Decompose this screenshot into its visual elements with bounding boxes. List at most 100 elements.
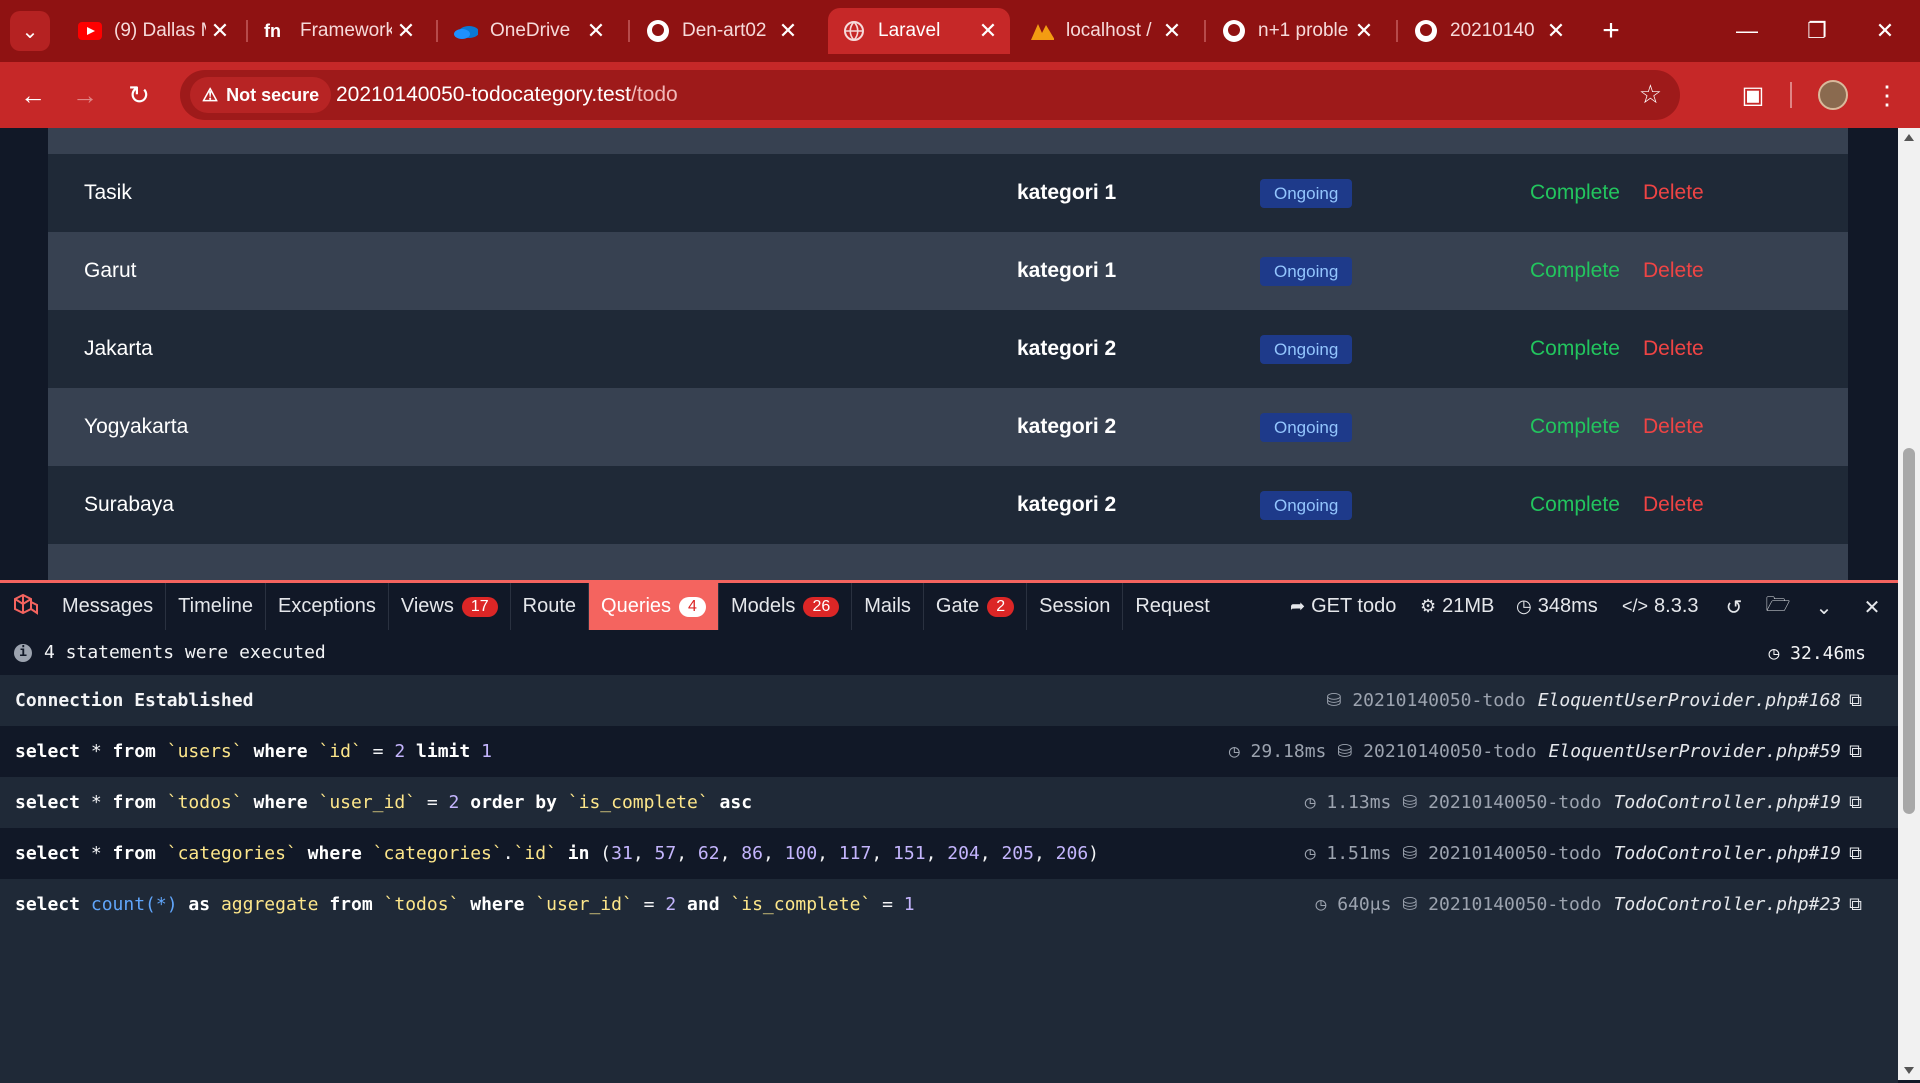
external-link-icon[interactable]: ⧉ bbox=[1849, 690, 1862, 711]
complete-button[interactable]: Complete bbox=[1530, 259, 1620, 283]
close-icon[interactable]: ✕ bbox=[392, 17, 420, 45]
browser-tab[interactable]: 20210140 ✕ bbox=[1400, 8, 1578, 54]
browser-tab[interactable]: OneDrive ✕ bbox=[440, 8, 618, 54]
external-link-icon[interactable]: ⧉ bbox=[1849, 792, 1862, 813]
query-row[interactable]: select count(*) as aggregate from `todos… bbox=[0, 879, 1898, 930]
close-debugbar-button[interactable]: ✕ bbox=[1856, 591, 1888, 623]
bookmark-star-icon[interactable]: ☆ bbox=[1639, 79, 1662, 110]
minimize-debugbar-button[interactable]: ⌄ bbox=[1808, 591, 1840, 623]
forward-button[interactable]: → bbox=[66, 76, 104, 114]
complete-button[interactable]: Complete bbox=[1530, 415, 1620, 439]
duration-indicator: ◷ 348ms bbox=[1516, 583, 1598, 630]
todo-title: Garut bbox=[84, 259, 137, 282]
browser-tab[interactable]: localhost / ✕ bbox=[1016, 8, 1194, 54]
minimize-icon: — bbox=[1736, 18, 1758, 43]
query-row[interactable]: select * from `todos` where `user_id` = … bbox=[0, 777, 1898, 828]
delete-button[interactable]: Delete bbox=[1643, 493, 1704, 517]
delete-button[interactable]: Delete bbox=[1643, 337, 1704, 361]
security-indicator[interactable]: ⚠ Not secure bbox=[190, 77, 332, 113]
external-link-icon[interactable]: ⧉ bbox=[1849, 843, 1862, 864]
close-icon[interactable]: ✕ bbox=[206, 17, 234, 45]
url-text[interactable]: 20210140050-todocategory.test/todo bbox=[336, 83, 678, 107]
query-sql: select * from `todos` where `user_id` = … bbox=[15, 792, 753, 813]
delete-button[interactable]: Delete bbox=[1643, 181, 1704, 205]
query-source: TodoController.php#19 bbox=[1613, 792, 1842, 813]
debugbar-tab-timeline[interactable]: Timeline bbox=[166, 583, 266, 630]
database-icon: ⛁ bbox=[1326, 690, 1353, 711]
close-icon[interactable]: ✕ bbox=[774, 17, 802, 45]
restore-icon: ❐ bbox=[1807, 18, 1827, 43]
debugbar-tab-views[interactable]: Views 17 bbox=[389, 583, 511, 630]
debugbar-tab-models[interactable]: Models 26 bbox=[719, 583, 853, 630]
extensions-button[interactable]: ▣ bbox=[1734, 76, 1772, 114]
request-indicator[interactable]: ➦ GET todo bbox=[1290, 583, 1396, 630]
delete-button[interactable]: Delete bbox=[1643, 259, 1704, 283]
debugbar-tab-queries[interactable]: Queries 4 bbox=[589, 583, 719, 630]
database-icon: ⛁ bbox=[1326, 741, 1364, 762]
page-content: Tasik kategori 1 Ongoing Complete Delete… bbox=[0, 128, 1898, 582]
total-time: ◷ 32.46ms bbox=[1768, 643, 1866, 664]
debugbar-tab-label: Queries bbox=[601, 595, 672, 617]
history-button[interactable]: ↺ bbox=[1718, 591, 1750, 623]
new-tab-button[interactable]: + bbox=[1594, 14, 1628, 48]
query-row[interactable]: select * from `users` where `id` = 2 lim… bbox=[0, 726, 1898, 777]
todo-category: kategori 2 bbox=[1017, 493, 1117, 516]
debugbar-tab-route[interactable]: Route bbox=[511, 583, 590, 630]
close-icon[interactable]: ✕ bbox=[1350, 17, 1378, 45]
debugbar-header: Messages Timeline Exceptions Views 17 Rou… bbox=[0, 583, 1898, 630]
close-icon: ✕ bbox=[1875, 18, 1895, 43]
page-scrollbar[interactable] bbox=[1898, 128, 1920, 1080]
minimize-button[interactable]: — bbox=[1730, 14, 1764, 48]
restore-button[interactable]: ❐ bbox=[1800, 14, 1834, 48]
external-link-icon[interactable]: ⧉ bbox=[1849, 894, 1862, 915]
scroll-up-icon[interactable] bbox=[1904, 134, 1914, 141]
tab-search-button[interactable]: ⌄ bbox=[10, 11, 50, 51]
browser-tab[interactable]: n+1 proble ✕ bbox=[1208, 8, 1386, 54]
debugbar-tab-gate[interactable]: Gate 2 bbox=[924, 583, 1028, 630]
arrow-right-icon: → bbox=[72, 79, 98, 110]
close-icon[interactable]: ✕ bbox=[974, 17, 1002, 45]
reload-button[interactable]: ↻ bbox=[120, 76, 158, 114]
query-sql: select * from `categories` where `catego… bbox=[15, 843, 1100, 864]
laravel-logo-icon[interactable] bbox=[0, 583, 50, 630]
globe-icon bbox=[842, 19, 866, 43]
debugbar-tab-request[interactable]: Request bbox=[1123, 583, 1222, 630]
close-icon[interactable]: ✕ bbox=[582, 17, 610, 45]
query-row[interactable]: select * from `categories` where `catego… bbox=[0, 828, 1898, 879]
todo-title: Tasik bbox=[84, 181, 132, 204]
debugbar-tab-messages[interactable]: Messages bbox=[50, 583, 167, 630]
debugbar-tab-session[interactable]: Session bbox=[1027, 583, 1124, 630]
debugbar-tab-exceptions[interactable]: Exceptions bbox=[266, 583, 389, 630]
browser-tab[interactable]: (9) Dallas M ✕ bbox=[64, 8, 242, 54]
browser-tab-active[interactable]: Laravel ✕ bbox=[828, 8, 1010, 54]
external-link-icon[interactable]: ⧉ bbox=[1849, 741, 1862, 762]
back-button[interactable]: ← bbox=[14, 76, 52, 114]
status-badge: Ongoing bbox=[1260, 257, 1353, 286]
debugbar-tab-label: Timeline bbox=[178, 595, 253, 617]
close-icon[interactable]: ✕ bbox=[1158, 17, 1186, 45]
debugbar-tab-label: Session bbox=[1039, 595, 1111, 617]
query-meta: ◷ 640μs ⛁ 20210140050-todo TodoControlle… bbox=[1316, 879, 1862, 930]
address-bar[interactable]: ⚠ Not secure 20210140050-todocategory.te… bbox=[180, 70, 1680, 120]
close-window-button[interactable]: ✕ bbox=[1868, 14, 1902, 48]
profile-avatar[interactable] bbox=[1818, 80, 1848, 110]
close-icon[interactable]: ✕ bbox=[1542, 17, 1570, 45]
debugbar-tab-mails[interactable]: Mails bbox=[852, 583, 924, 630]
scroll-down-icon[interactable] bbox=[1904, 1067, 1914, 1074]
memory-value: 21MB bbox=[1442, 595, 1495, 617]
query-sql: select count(*) as aggregate from `todos… bbox=[15, 894, 915, 915]
tab-title: OneDrive bbox=[490, 20, 571, 41]
complete-button[interactable]: Complete bbox=[1530, 493, 1620, 517]
browser-tab[interactable]: Den-art02 ✕ bbox=[632, 8, 810, 54]
browser-tab[interactable]: fn Framework ✕ bbox=[250, 8, 428, 54]
open-folder-button[interactable]: 🗁 bbox=[1762, 591, 1794, 623]
complete-button[interactable]: Complete bbox=[1530, 337, 1620, 361]
scrollbar-thumb[interactable] bbox=[1903, 448, 1915, 814]
delete-button[interactable]: Delete bbox=[1643, 415, 1704, 439]
url-host: 20210140050-todocategory.test bbox=[336, 83, 632, 106]
query-row-connection[interactable]: Connection Established ⛁ 20210140050-tod… bbox=[0, 675, 1898, 726]
browser-menu-button[interactable]: ⋮ bbox=[1868, 76, 1906, 114]
complete-button[interactable]: Complete bbox=[1530, 181, 1620, 205]
queries-panel: i 4 statements were executed ◷ 32.46ms C… bbox=[0, 630, 1898, 930]
arrow-left-icon: ← bbox=[20, 79, 46, 110]
